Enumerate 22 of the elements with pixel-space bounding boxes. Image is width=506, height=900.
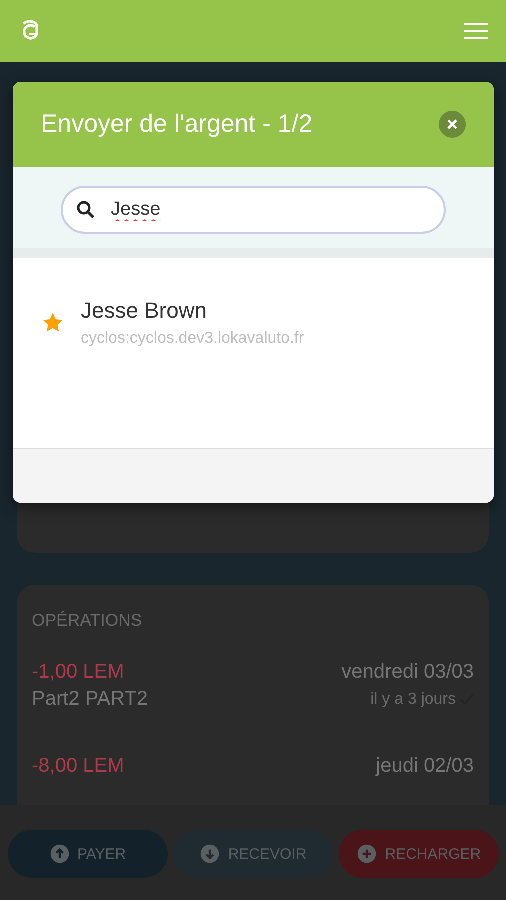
arrow-down-circle-icon (200, 844, 220, 864)
modal-title: Envoyer de l'argent - 1/2 (41, 110, 313, 139)
contact-address: cyclos:cyclos.dev3.lokavaluto.fr (81, 330, 304, 348)
contact-name[interactable]: Jesse Brown (81, 298, 304, 324)
action-button[interactable]: PAYER (8, 830, 168, 878)
time-ago: il y a 3 jours (370, 690, 456, 708)
arrow-up-circle-icon (50, 844, 70, 864)
plus-circle-icon (357, 844, 378, 864)
close-button[interactable] (439, 111, 466, 138)
amount: -1,00 LEM (32, 661, 126, 684)
operation-date: jeudi 02/03 (376, 755, 474, 778)
action-button[interactable]: RECEVOIR (174, 830, 334, 878)
search-icon (77, 201, 95, 219)
operation-name: Part2 PART2 (32, 688, 149, 711)
action-button[interactable]: RECHARGER (339, 830, 500, 878)
star-icon[interactable] (43, 313, 63, 333)
section-title: OPÉRATIONS (32, 611, 144, 631)
search-field[interactable]: Jesse (61, 186, 446, 234)
amount: -8,00 LEM (32, 755, 126, 778)
close-icon (447, 119, 458, 130)
operation-date: vendredi 03/03 (342, 661, 474, 684)
menu-icon[interactable] (464, 22, 488, 40)
